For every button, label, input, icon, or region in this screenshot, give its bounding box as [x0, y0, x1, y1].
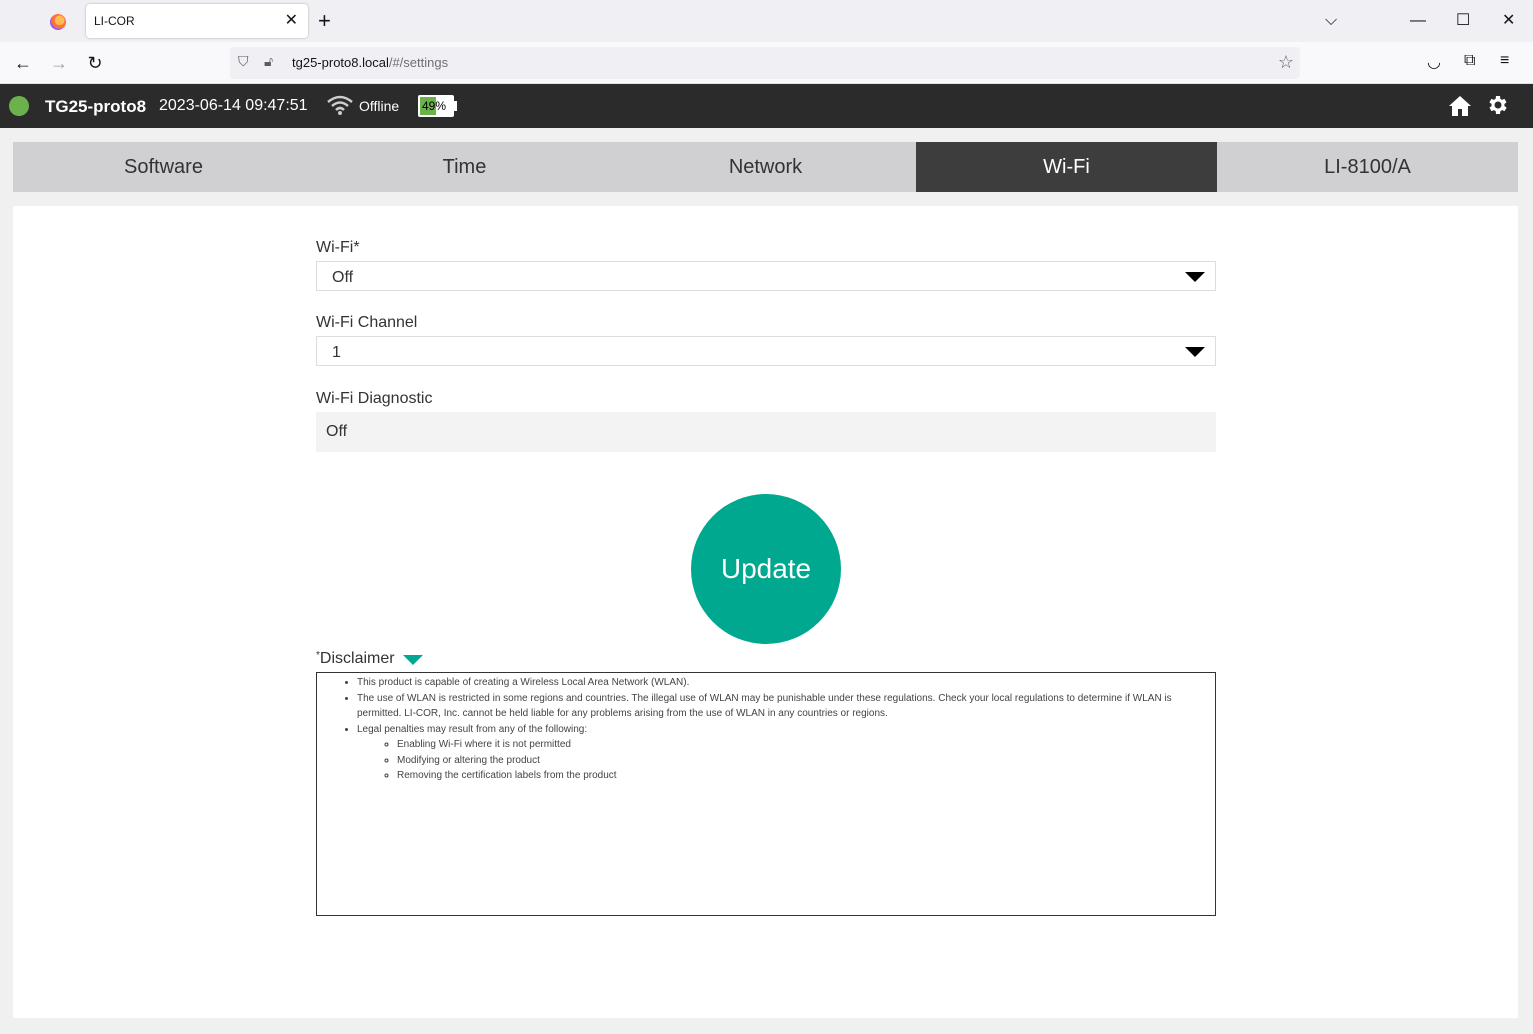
disclaimer-subitem: Modifying or altering the product: [397, 753, 1205, 769]
browser-nav-bar: ← → ↻ ⛉ 🔓︎ tg25-proto8.local/#/settings …: [0, 42, 1533, 84]
disclaimer-item: This product is capable of creating a Wi…: [357, 675, 1205, 691]
disclaimer-item: Legal penalties may result from any of t…: [357, 722, 1205, 784]
disclaimer-box[interactable]: This product is capable of creating a Wi…: [316, 672, 1216, 916]
close-tab-icon[interactable]: ✕: [285, 10, 298, 30]
browser-tab[interactable]: LI-COR ✕: [86, 4, 308, 38]
disclaimer-chevron-icon[interactable]: [403, 655, 423, 665]
back-button[interactable]: ←: [10, 50, 36, 76]
tab-network[interactable]: Network: [615, 142, 916, 192]
tab-time[interactable]: Time: [314, 142, 615, 192]
disclaimer-subitem: Removing the certification labels from t…: [397, 768, 1205, 784]
wifi-channel-label: Wi-Fi Channel: [316, 314, 418, 331]
app-header: TG25-proto8 2023-06-14 09:47:51 Offline …: [0, 84, 1533, 128]
wifi-select[interactable]: Off: [316, 261, 1216, 291]
reload-button[interactable]: ↻: [82, 50, 108, 76]
wifi-diagnostic-label: Wi-Fi Diagnostic: [316, 390, 433, 407]
disclaimer-item: The use of WLAN is restricted in some re…: [357, 691, 1205, 722]
wifi-icon: [327, 95, 353, 115]
tab-wifi[interactable]: Wi-Fi: [916, 142, 1217, 192]
wifi-channel-select[interactable]: 1: [316, 336, 1216, 366]
wifi-select-value: Off: [332, 269, 354, 286]
chevron-down-icon: [1185, 272, 1205, 282]
url-path: /#/settings: [388, 55, 449, 70]
chevron-down-icon: [1185, 347, 1205, 357]
close-window-button[interactable]: ✕: [1502, 8, 1515, 34]
insecure-lock-icon[interactable]: 🔓︎: [264, 53, 273, 70]
maximize-button[interactable]: ☐: [1456, 8, 1470, 34]
battery-indicator: 49%: [418, 95, 454, 117]
status-indicator: [9, 96, 29, 116]
url-text[interactable]: tg25-proto8.local/#/settings: [292, 55, 448, 70]
wifi-label: Wi-Fi*: [316, 239, 360, 256]
bookmark-star-icon[interactable]: ☆: [1278, 52, 1294, 73]
browser-tab-title: LI-COR: [94, 14, 135, 28]
tab-software[interactable]: Software: [13, 142, 314, 192]
pocket-icon[interactable]: ◡: [1427, 52, 1441, 72]
firefox-icon: [50, 14, 66, 30]
url-bar[interactable]: ⛉ 🔓︎ tg25-proto8.local/#/settings ☆: [230, 47, 1300, 79]
settings-tabs: Software Time Network Wi-Fi LI-8100/A: [13, 142, 1518, 192]
tab-li-8100a[interactable]: LI-8100/A: [1217, 142, 1518, 192]
home-icon[interactable]: [1448, 94, 1472, 118]
disclaimer-toggle[interactable]: *Disclaimer: [316, 650, 395, 668]
device-datetime: 2023-06-14 09:47:51: [159, 97, 308, 114]
forward-button[interactable]: →: [46, 50, 72, 76]
firefox-view-button[interactable]: [40, 8, 76, 36]
device-name: TG25-proto8: [45, 97, 147, 116]
wifi-diagnostic-value: Off: [326, 423, 348, 440]
network-status: Offline: [359, 98, 400, 114]
wifi-diagnostic-field: Off: [316, 412, 1216, 452]
disclaimer-label: Disclaimer: [319, 650, 395, 667]
settings-panel: Wi-Fi* Off Wi-Fi Channel 1 Wi-Fi Diagnos…: [13, 206, 1518, 1018]
gear-icon[interactable]: [1486, 93, 1510, 117]
browser-tab-bar: LI-COR ✕ + ⌵ — ☐ ✕: [0, 0, 1533, 42]
extensions-icon[interactable]: ⧉: [1464, 52, 1475, 70]
wifi-channel-value: 1: [332, 344, 341, 361]
battery-percent: 49%: [422, 99, 447, 113]
disclaimer-list: This product is capable of creating a Wi…: [357, 675, 1205, 784]
disclaimer-sublist: Enabling Wi-Fi where it is not permitted…: [357, 737, 1205, 784]
tab-list-chevron-icon[interactable]: ⌵: [1325, 8, 1337, 34]
update-button[interactable]: Update: [691, 494, 841, 644]
new-tab-button[interactable]: +: [318, 8, 331, 34]
battery-nub: [454, 101, 457, 111]
menu-icon[interactable]: ≡: [1500, 52, 1509, 70]
disclaimer-subitem: Enabling Wi-Fi where it is not permitted: [397, 737, 1205, 753]
disclaimer-item-text: Legal penalties may result from any of t…: [357, 723, 588, 735]
minimize-button[interactable]: —: [1410, 8, 1426, 34]
url-host: tg25-proto8.local: [292, 55, 389, 70]
shield-icon[interactable]: ⛉: [238, 53, 249, 70]
